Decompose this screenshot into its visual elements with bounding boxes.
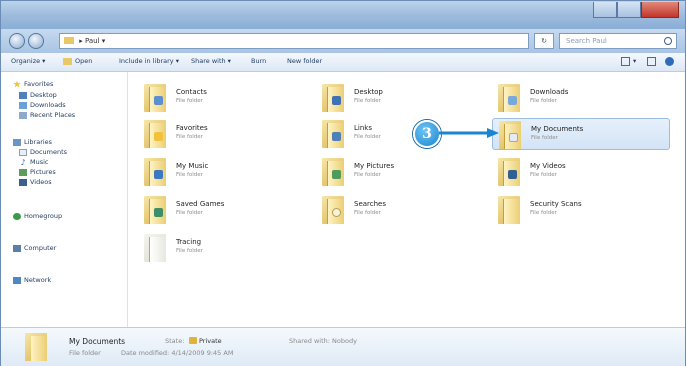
folder-item-desktop[interactable]: Desktop File folder [316, 82, 486, 114]
open-button[interactable]: Open [75, 57, 92, 65]
music-icon: ♪ [20, 157, 26, 167]
details-modified: Date modified: 4/14/2009 9:45 AM [121, 349, 234, 357]
folder-icon [498, 158, 520, 186]
navigation-pane: Favorites Desktop Downloads Recent Place… [1, 72, 128, 327]
search-input[interactable]: Search Paul [559, 33, 677, 49]
preview-pane-icon[interactable] [647, 57, 656, 66]
address-row: ▸ Paul ▾ ↻ Search Paul [1, 29, 685, 53]
folder-icon [144, 84, 166, 112]
address-path[interactable]: Paul [85, 37, 100, 45]
address-bar[interactable]: ▸ Paul ▾ [59, 33, 529, 49]
documents-icon [19, 148, 27, 156]
nav-documents[interactable]: Documents [19, 148, 67, 156]
nav-desktop[interactable]: Desktop [19, 91, 57, 99]
folder-icon [498, 84, 520, 112]
details-shared: Shared with: Nobody [289, 337, 357, 345]
refresh-button[interactable]: ↻ [534, 33, 554, 49]
step-callout-badge: 3 [413, 120, 441, 148]
search-icon[interactable] [664, 37, 672, 45]
libraries-icon [13, 138, 21, 146]
explorer-window: ▸ Paul ▾ ↻ Search Paul Organize ▾ Open I… [0, 0, 686, 366]
open-icon [63, 58, 72, 65]
nav-music[interactable]: ♪ Music [19, 157, 48, 167]
nav-videos[interactable]: Videos [19, 178, 52, 186]
organize-button[interactable]: Organize ▾ [11, 57, 45, 65]
nav-pictures[interactable]: Pictures [19, 168, 56, 176]
forward-button[interactable] [28, 33, 44, 49]
folder-icon [322, 120, 344, 148]
folder-item-downloads[interactable]: Downloads File folder [492, 82, 662, 114]
folder-item-security-scans[interactable]: Security Scans File folder [492, 194, 662, 226]
window-controls [593, 2, 679, 20]
folder-item-tracing[interactable]: Tracing File folder [138, 232, 308, 264]
recent-places-icon [19, 111, 27, 119]
folder-icon [499, 121, 521, 149]
nav-recent-places[interactable]: Recent Places [19, 111, 75, 119]
star-icon [13, 80, 21, 88]
folder-item-favorites[interactable]: Favorites File folder [138, 118, 308, 150]
folder-item-saved-games[interactable]: Saved Games File folder [138, 194, 308, 226]
details-type: File folder [69, 349, 101, 357]
nav-network[interactable]: Network [13, 276, 51, 284]
folder-icon [322, 158, 344, 186]
new-folder-button[interactable]: New folder [287, 57, 322, 65]
homegroup-icon [13, 212, 21, 220]
nav-homegroup[interactable]: Homegroup [13, 212, 62, 220]
back-button[interactable] [9, 33, 25, 49]
computer-icon [13, 244, 21, 252]
downloads-icon [19, 101, 27, 109]
folder-icon [64, 37, 74, 44]
command-bar: Organize ▾ Open Include in library ▾ Sha… [1, 53, 685, 72]
nav-libraries[interactable]: Libraries [13, 138, 52, 146]
folder-item-my-pictures[interactable]: My Pictures File folder [316, 156, 486, 188]
view-options-icon[interactable] [621, 57, 630, 66]
address-separator: ▸ [79, 37, 83, 45]
details-folder-icon [25, 333, 47, 361]
minimize-button[interactable] [593, 2, 617, 18]
title-bar [1, 1, 685, 29]
details-name: My Documents [69, 337, 126, 346]
file-list: Contacts File folder Desktop File folder… [128, 72, 685, 327]
address-dropdown-icon[interactable]: ▾ [102, 37, 106, 45]
burn-button[interactable]: Burn [251, 57, 266, 65]
folder-item-my-documents[interactable]: My Documents File folder [492, 118, 670, 150]
folder-item-my-music[interactable]: My Music File folder [138, 156, 308, 188]
folder-item-my-videos[interactable]: My Videos File folder [492, 156, 662, 188]
share-with-button[interactable]: Share with ▾ [191, 57, 231, 65]
callout-arrow-icon [439, 128, 499, 138]
help-icon[interactable] [665, 57, 674, 66]
folder-icon [144, 120, 166, 148]
folder-icon [322, 84, 344, 112]
pictures-icon [19, 168, 27, 176]
nav-favorites[interactable]: Favorites [13, 80, 53, 88]
details-pane: My Documents File folder State: Private … [1, 327, 685, 366]
maximize-button[interactable] [617, 2, 641, 18]
folder-icon [498, 196, 520, 224]
folder-item-searches[interactable]: Searches File folder [316, 194, 486, 226]
network-icon [13, 276, 21, 284]
view-dropdown-icon[interactable]: ▾ [633, 57, 636, 65]
include-in-library-button[interactable]: Include in library ▾ [119, 57, 179, 65]
folder-icon [144, 234, 166, 262]
search-placeholder: Search Paul [566, 37, 607, 45]
nav-computer[interactable]: Computer [13, 244, 56, 252]
nav-downloads[interactable]: Downloads [19, 101, 66, 109]
folder-icon [322, 196, 344, 224]
folder-icon [144, 158, 166, 186]
desktop-icon [19, 91, 27, 99]
people-icon [189, 337, 197, 344]
folder-icon [144, 196, 166, 224]
folder-item-contacts[interactable]: Contacts File folder [138, 82, 308, 114]
details-state-value: Private [199, 337, 222, 345]
close-button[interactable] [641, 2, 679, 18]
videos-icon [19, 178, 27, 186]
details-state-label: State: [165, 337, 185, 345]
